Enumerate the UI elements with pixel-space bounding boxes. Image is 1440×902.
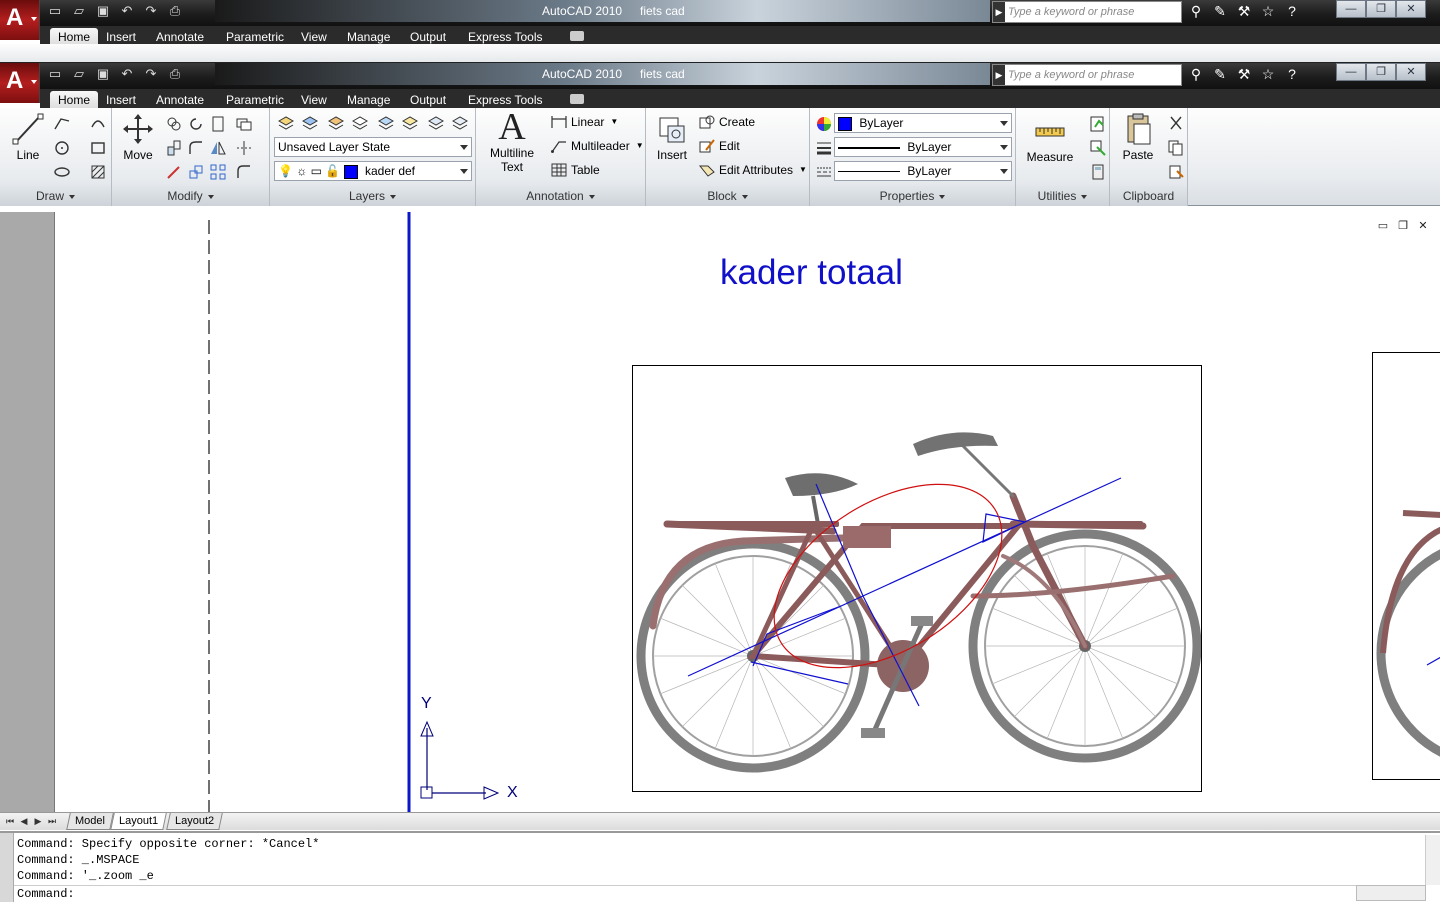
- command-horizontal-scrollbar[interactable]: [1356, 885, 1426, 901]
- ucs-y-label: Y: [421, 695, 432, 712]
- crankset: [861, 616, 933, 738]
- layout-tab-bar: ⏮ ◀ ▶ ⏭ Model Layout1 Layout2: [0, 812, 1440, 830]
- layout-tab-layout1[interactable]: Layout1: [110, 813, 167, 830]
- layout-tab-layout2[interactable]: Layout2: [166, 813, 223, 830]
- command-history-line: Command: Specify opposite corner: *Cance…: [17, 837, 320, 851]
- bicycle-drawing: [636, 432, 1202, 773]
- viewport-frame[interactable]: [632, 365, 1202, 792]
- command-history-line: Command: '_.zoom _e: [17, 869, 154, 883]
- last-layout-icon[interactable]: ⏭: [46, 815, 58, 828]
- command-prompt: Command:: [17, 887, 75, 901]
- command-window-grip[interactable]: [0, 833, 14, 902]
- ucs-icon: [420, 720, 500, 800]
- second-viewport-frame[interactable]: [1372, 352, 1440, 780]
- bicycle-frame: [649, 444, 1176, 670]
- command-line-window: Command: Specify opposite corner: *Cance…: [0, 831, 1440, 902]
- previous-layout-icon[interactable]: ◀: [18, 815, 30, 828]
- ucs-x-label: X: [507, 784, 518, 801]
- next-layout-icon[interactable]: ▶: [32, 815, 44, 828]
- command-input[interactable]: Command:: [14, 885, 1424, 902]
- command-history-line: Command: _.MSPACE: [17, 853, 140, 867]
- sheet-title: kader totaal: [720, 253, 903, 292]
- bicycle-drawing-partial: [1376, 510, 1440, 757]
- first-layout-icon[interactable]: ⏮: [4, 815, 16, 828]
- layout-tab-model[interactable]: Model: [66, 813, 114, 830]
- command-scrollbar[interactable]: [1425, 835, 1440, 885]
- handlebar: [913, 432, 998, 456]
- command-history: Command: Specify opposite corner: *Cance…: [17, 836, 319, 884]
